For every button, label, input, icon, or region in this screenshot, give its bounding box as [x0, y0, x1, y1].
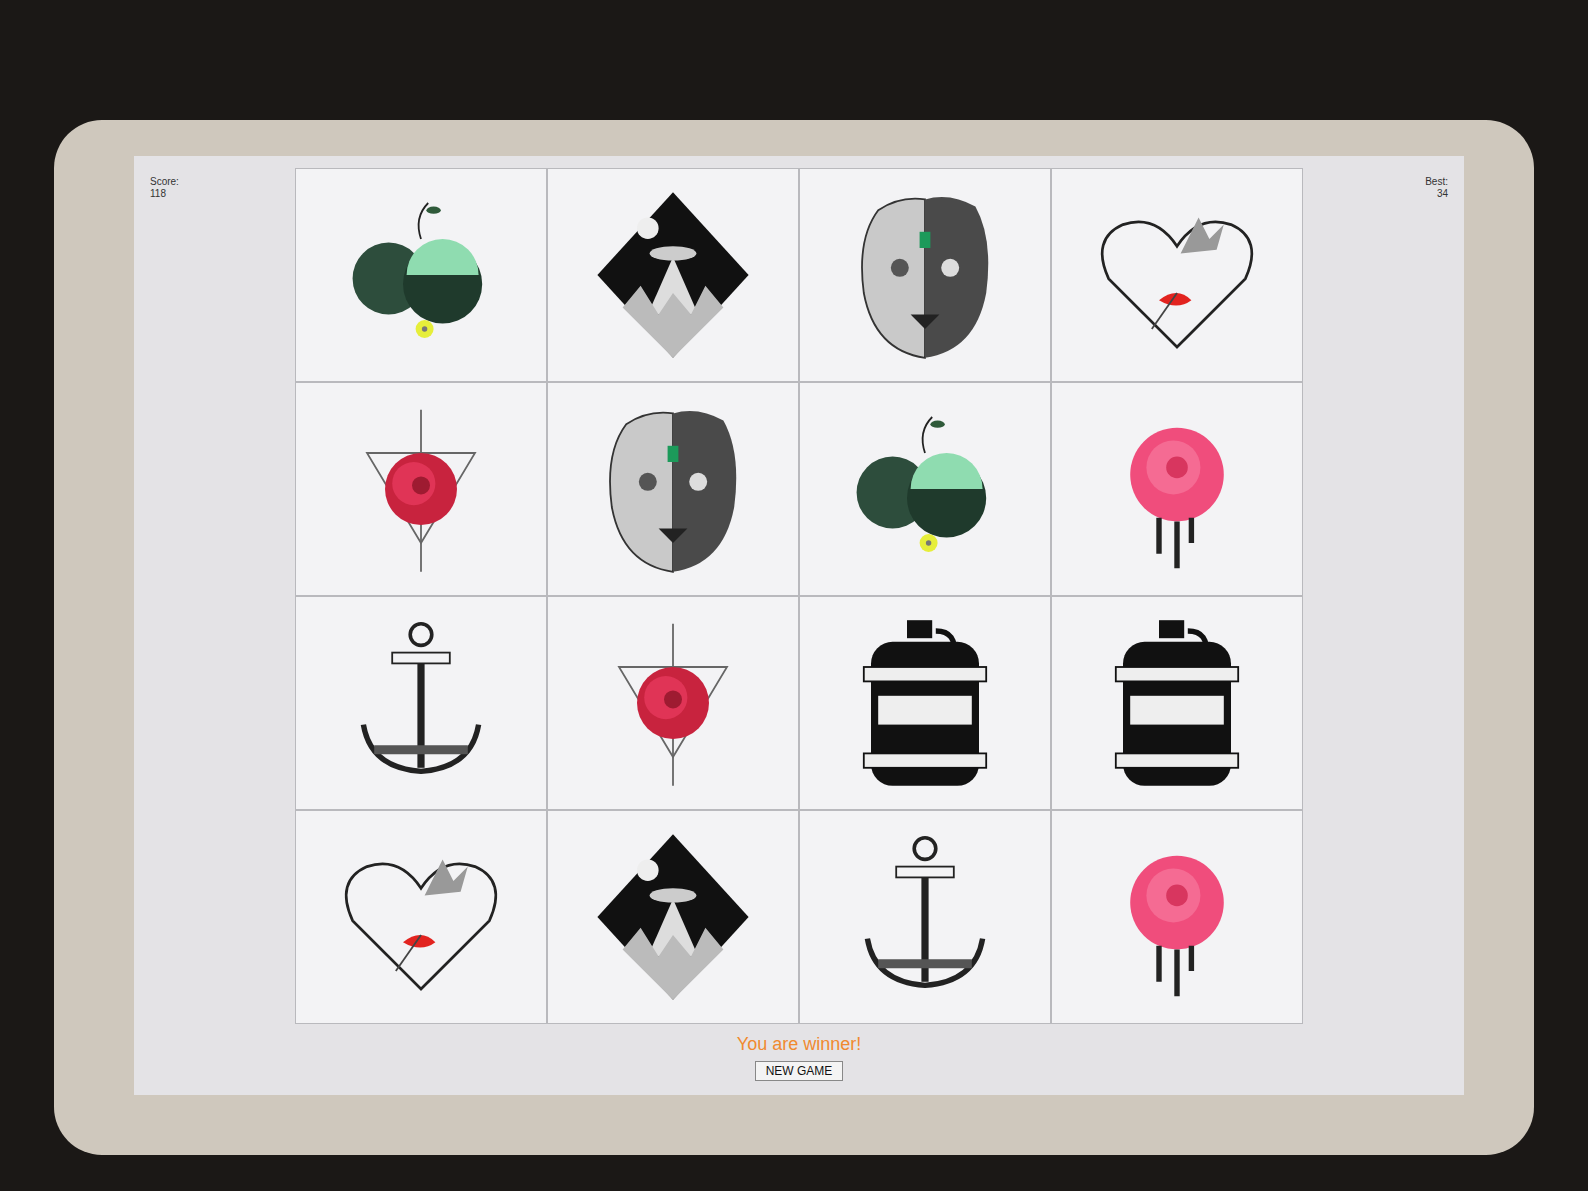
memory-card[interactable] [548, 383, 798, 595]
memory-card[interactable] [296, 169, 546, 381]
card-board [295, 168, 1303, 1024]
lion-icon [583, 399, 763, 579]
ufo-icon [583, 185, 763, 365]
lion-icon [835, 185, 1015, 365]
best-score: Best:34 [1364, 168, 1454, 208]
rose-drip-icon [1087, 827, 1267, 1007]
tablet-frame: Score:118 Best:34 You are winner! NEW GAME [54, 120, 1534, 1155]
memory-card[interactable] [1052, 811, 1302, 1023]
memory-card[interactable] [1052, 383, 1302, 595]
heart-icon [1087, 185, 1267, 365]
winner-message: You are winner! [737, 1030, 861, 1055]
memory-card[interactable] [296, 597, 546, 809]
new-game-button[interactable]: NEW GAME [755, 1061, 844, 1081]
memory-card[interactable] [296, 811, 546, 1023]
skull-potion-icon [835, 399, 1015, 579]
memory-card[interactable] [1052, 169, 1302, 381]
memory-card[interactable] [548, 169, 798, 381]
memory-card[interactable] [800, 597, 1050, 809]
memory-card[interactable] [548, 811, 798, 1023]
memory-card[interactable] [800, 383, 1050, 595]
rose-drip-icon [1087, 399, 1267, 579]
score: Score:118 [144, 168, 234, 208]
heart-icon [331, 827, 511, 1007]
rose-geometric-icon [583, 613, 763, 793]
top-row: Score:118 Best:34 [144, 168, 1454, 1024]
whiskey-jug-icon [1087, 613, 1267, 793]
memory-card[interactable] [800, 811, 1050, 1023]
skull-potion-icon [331, 185, 511, 365]
memory-card[interactable] [548, 597, 798, 809]
anchor-icon [331, 613, 511, 793]
memory-card[interactable] [800, 169, 1050, 381]
rose-geometric-icon [331, 399, 511, 579]
anchor-icon [835, 827, 1015, 1007]
ufo-icon [583, 827, 763, 1007]
memory-card[interactable] [1052, 597, 1302, 809]
whiskey-jug-icon [835, 613, 1015, 793]
page: Score:118 Best:34 You are winner! NEW GAME [0, 0, 1588, 1191]
memory-card[interactable] [296, 383, 546, 595]
game-screen: Score:118 Best:34 You are winner! NEW GAME [134, 156, 1464, 1095]
